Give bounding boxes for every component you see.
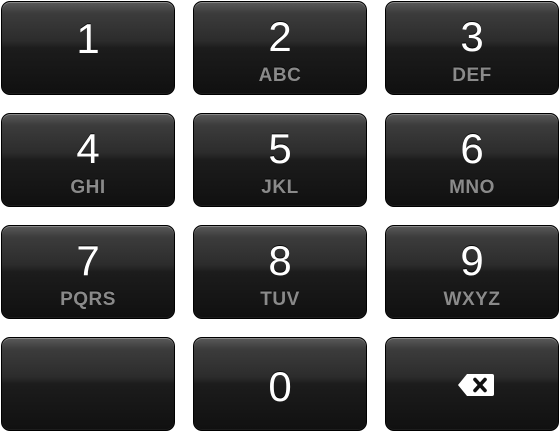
key-digit: 1: [76, 15, 100, 62]
key-letters: WXYZ: [443, 289, 501, 310]
key-0[interactable]: 0: [193, 337, 367, 431]
key-3[interactable]: 3 DEF: [385, 1, 559, 95]
key-letters: ABC: [258, 65, 302, 86]
key-digit: 4: [76, 125, 100, 172]
key-digit: 5: [268, 125, 292, 172]
key-digit: 2: [268, 13, 292, 60]
key-letters: TUV: [260, 289, 300, 310]
numeric-keypad: 1 2 ABC 3 DEF 4 GHI 5 JKL 6 MNO 7 PQRS 8…: [0, 0, 560, 434]
key-8[interactable]: 8 TUV: [193, 225, 367, 319]
delete-key[interactable]: [385, 337, 559, 431]
key-9[interactable]: 9 WXYZ: [385, 225, 559, 319]
key-digit: 9: [460, 237, 484, 284]
key-blank: [1, 337, 175, 431]
key-7[interactable]: 7 PQRS: [1, 225, 175, 319]
key-digit: 6: [460, 125, 484, 172]
key-5[interactable]: 5 JKL: [193, 113, 367, 207]
backspace-icon: [458, 374, 494, 396]
key-2[interactable]: 2 ABC: [193, 1, 367, 95]
key-letters: MNO: [449, 177, 495, 198]
key-digit: 8: [268, 237, 292, 284]
key-digit: 0: [268, 363, 292, 410]
key-letters: PQRS: [60, 289, 116, 310]
key-4[interactable]: 4 GHI: [1, 113, 175, 207]
key-1[interactable]: 1: [1, 1, 175, 95]
key-6[interactable]: 6 MNO: [385, 113, 559, 207]
key-letters: JKL: [261, 177, 299, 198]
key-letters: GHI: [70, 177, 106, 198]
key-letters: DEF: [452, 65, 492, 86]
key-digit: 3: [460, 13, 484, 60]
key-digit: 7: [76, 237, 100, 284]
